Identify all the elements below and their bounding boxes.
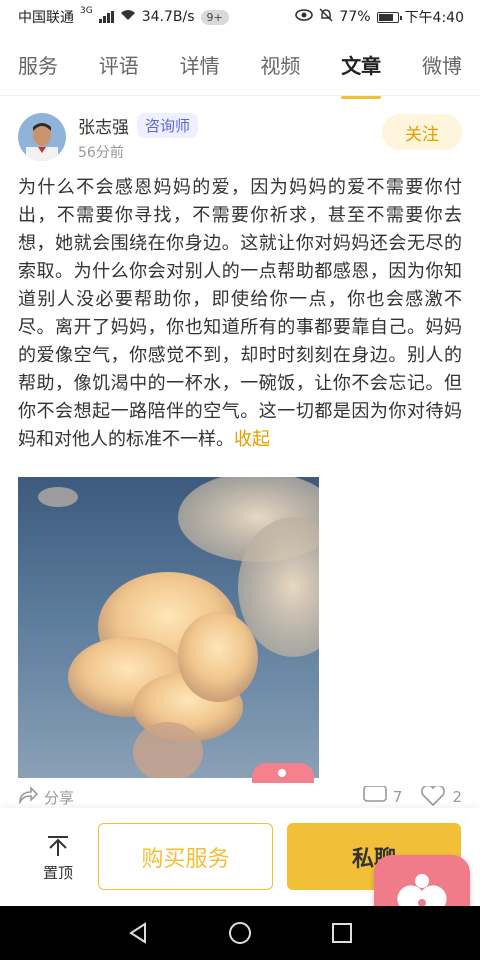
tab-details[interactable]: 详情 — [180, 44, 220, 85]
wifi-icon — [120, 9, 136, 25]
like-count: 2 — [452, 788, 462, 806]
comment-button[interactable]: 7 — [363, 786, 403, 808]
signal-icon — [98, 11, 114, 23]
tab-service[interactable]: 服务 — [18, 44, 58, 85]
share-label: 分享 — [44, 788, 75, 807]
author-name[interactable]: 张志强 — [78, 113, 129, 138]
collapse-link[interactable]: 收起 — [234, 429, 270, 450]
status-bar: 中国联通 3G 34.7B/s 9+ 77% 下午4:40 — [0, 0, 480, 34]
article-image[interactable] — [18, 477, 319, 778]
article-text: 为什么不会感恩妈妈的爱，因为妈妈的爱不需要你付出，不需要你寻找，不需要你祈求，甚… — [18, 177, 462, 450]
circle-home-icon[interactable] — [227, 920, 253, 946]
tab-weibo[interactable]: 微博 — [422, 44, 462, 85]
post-time: 56分前 — [78, 144, 124, 161]
floating-button-shadow — [252, 763, 314, 783]
author-row: 张志强 咨询师 56分前 关注 — [18, 110, 462, 164]
arrow-up-to-line-icon — [46, 834, 70, 862]
avatar[interactable] — [18, 113, 66, 161]
interaction-row: 分享 7 2 — [18, 786, 462, 808]
pin-top-label: 置顶 — [42, 864, 73, 882]
carrier-label: 中国联通 — [18, 10, 74, 26]
buy-service-button[interactable]: 购买服务 — [98, 823, 273, 890]
counselor-tag: 咨询师 — [137, 112, 199, 138]
pin-top-button[interactable]: 置顶 — [36, 834, 80, 883]
tab-reviews[interactable]: 评语 — [99, 44, 139, 85]
battery-percent: 77% — [339, 9, 371, 25]
clock: 下午4:40 — [404, 10, 464, 26]
system-nav-bar — [0, 906, 480, 960]
tab-video[interactable]: 视频 — [260, 44, 300, 85]
network-speed: 34.7B/s — [141, 9, 195, 25]
comment-icon — [363, 786, 387, 808]
like-button[interactable]: 2 — [420, 786, 462, 808]
eye-icon — [295, 9, 314, 25]
share-button[interactable]: 分享 — [18, 786, 74, 808]
mute-bell-icon — [319, 8, 333, 26]
heart-icon — [420, 786, 446, 808]
notification-badge: 9+ — [200, 9, 229, 25]
comment-count: 7 — [392, 788, 403, 806]
triangle-back-icon[interactable] — [125, 920, 151, 946]
square-recent-icon[interactable] — [329, 920, 355, 946]
tab-articles[interactable]: 文章 — [341, 44, 382, 99]
follow-button[interactable]: 关注 — [382, 114, 462, 150]
tab-bar: 服务 评语 详情 视频 文章 微博 — [0, 34, 480, 99]
article-body: 为什么不会感恩妈妈的爱，因为妈妈的爱不需要你付出，不需要你寻找，不需要你祈求，甚… — [18, 174, 462, 454]
network-type: 3G — [80, 6, 93, 16]
share-icon — [18, 786, 39, 808]
battery-icon — [376, 11, 402, 23]
